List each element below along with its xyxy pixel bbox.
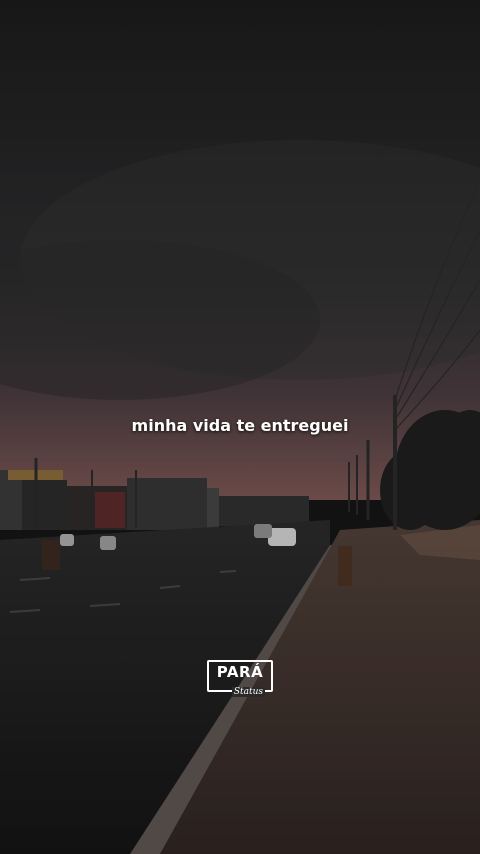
video-frame: minha vida te entreguei PARÁ Status (0, 0, 480, 854)
video-caption: minha vida te entreguei (131, 416, 349, 435)
logo-script-text: Status (231, 687, 265, 697)
logo-wordmark: PARÁ (216, 663, 264, 681)
para-status-logo: PARÁ Status (207, 660, 273, 697)
